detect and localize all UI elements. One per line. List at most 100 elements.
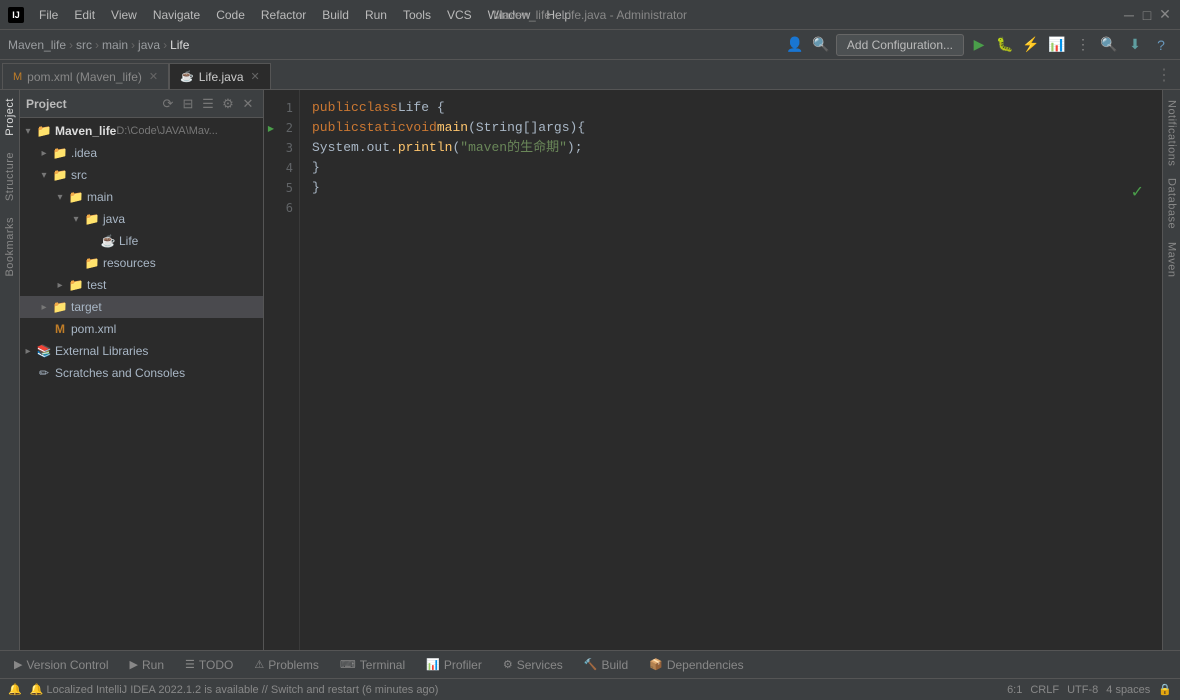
maximize-button[interactable]: □ xyxy=(1140,8,1154,22)
notification-bell-icon[interactable]: 🔔 xyxy=(8,683,22,696)
tree-item-icon: 📁 xyxy=(36,124,52,138)
menu-item-tools[interactable]: Tools xyxy=(396,6,438,24)
bottom-tab-todo[interactable]: ☰TODO xyxy=(175,651,244,679)
account-icon[interactable]: 👤 xyxy=(784,34,806,56)
bottom-tab-services[interactable]: ⚙Services xyxy=(493,651,574,679)
tab-bar: M pom.xml (Maven_life) ✕ ☕ Life.java ✕ ⋮ xyxy=(0,60,1180,90)
update-icon[interactable]: ⬇ xyxy=(1124,34,1146,56)
hide-panel-icon[interactable]: ✕ xyxy=(239,95,257,113)
bottom-tab-label: Build xyxy=(601,658,628,672)
tree-item[interactable]: ▾📁java xyxy=(20,208,263,230)
tab-pom-xml[interactable]: M pom.xml (Maven_life) ✕ xyxy=(2,63,169,89)
breadcrumb-item-src[interactable]: src xyxy=(76,38,92,52)
tree-item-icon: M xyxy=(52,322,68,336)
cursor-position[interactable]: 6:1 xyxy=(1007,684,1022,696)
breadcrumb-item-main[interactable]: main xyxy=(102,38,128,52)
bottom-tab-profiler[interactable]: 📊Profiler xyxy=(416,651,493,679)
menu-item-vcs[interactable]: VCS xyxy=(440,6,479,24)
tree-item-icon: 📁 xyxy=(68,278,84,292)
database-panel-label[interactable]: Database xyxy=(1165,172,1179,235)
tree-expand-arrow[interactable]: ▾ xyxy=(20,126,36,137)
far-right-panel: Notifications Database Maven xyxy=(1162,90,1180,650)
tree-item[interactable]: Mpom.xml xyxy=(20,318,263,340)
tree-item[interactable]: ▸📁target xyxy=(20,296,263,318)
encoding[interactable]: UTF-8 xyxy=(1067,684,1098,696)
filter-icon[interactable]: ☰ xyxy=(199,95,217,113)
tree-item[interactable]: ▾📁src xyxy=(20,164,263,186)
collapse-all-icon[interactable]: ⊟ xyxy=(179,95,197,113)
help-icon[interactable]: ? xyxy=(1150,34,1172,56)
bottom-tab-terminal[interactable]: ⌨Terminal xyxy=(330,651,416,679)
indent[interactable]: 4 spaces xyxy=(1106,684,1150,696)
close-button[interactable]: ✕ xyxy=(1158,8,1172,22)
menu-item-file[interactable]: File xyxy=(32,6,65,24)
tree-expand-arrow[interactable]: ▾ xyxy=(36,170,52,181)
life-java-tab-close[interactable]: ✕ xyxy=(251,70,260,83)
search-toolbar-icon[interactable]: 🔍 xyxy=(1098,34,1120,56)
menu-item-refactor[interactable]: Refactor xyxy=(254,6,313,24)
tree-expand-arrow[interactable]: ▸ xyxy=(36,302,52,313)
run-gutter-icon[interactable]: ▶ xyxy=(266,123,276,133)
bottom-tab-problems[interactable]: ⚠Problems xyxy=(244,651,330,679)
tree-item[interactable]: ▸📁test xyxy=(20,274,263,296)
bottom-tab-label: Problems xyxy=(268,658,319,672)
tree-item-label: Scratches and Consoles xyxy=(55,366,185,380)
bottom-tab-build[interactable]: 🔨Build xyxy=(574,651,639,679)
tree-expand-arrow[interactable]: ▸ xyxy=(52,280,68,291)
tree-item[interactable]: ✏Scratches and Consoles xyxy=(20,362,263,384)
breadcrumb-item-java[interactable]: java xyxy=(138,38,160,52)
tree-item-icon: 📁 xyxy=(52,168,68,182)
tree-item[interactable]: ▸📚External Libraries xyxy=(20,340,263,362)
code-token: { xyxy=(429,98,445,118)
build-toolbar-more-icon[interactable]: ⋮ xyxy=(1072,34,1094,56)
tree-expand-arrow[interactable]: ▸ xyxy=(20,346,36,357)
settings-icon[interactable]: 🔍 xyxy=(810,34,832,56)
code-editor[interactable]: 1▶23456 public class Life { public stati… xyxy=(264,90,1162,650)
lock-icon[interactable]: 🔒 xyxy=(1158,683,1172,696)
pom-xml-tab-close[interactable]: ✕ xyxy=(149,70,158,83)
menu-item-view[interactable]: View xyxy=(104,6,144,24)
sync-icon[interactable]: ⟳ xyxy=(159,95,177,113)
code-line: public static void main(String[] args) { xyxy=(312,118,1150,138)
menu-item-code[interactable]: Code xyxy=(209,6,252,24)
settings-project-icon[interactable]: ⚙ xyxy=(219,95,237,113)
debug-button[interactable]: 🐛 xyxy=(994,34,1016,56)
tree-item[interactable]: ▾📁main xyxy=(20,186,263,208)
menu-item-run[interactable]: Run xyxy=(358,6,394,24)
coverage-button[interactable]: ⚡ xyxy=(1020,34,1042,56)
window-title: Maven_life - Life.java - Administrator xyxy=(493,8,687,22)
tree-item-label: .idea xyxy=(71,146,97,160)
breadcrumb-item-life: Life xyxy=(170,38,189,52)
pom-xml-tab-label: pom.xml (Maven_life) xyxy=(27,70,142,84)
menu-item-navigate[interactable]: Navigate xyxy=(146,6,207,24)
run-button[interactable]: ▶ xyxy=(968,34,990,56)
bookmarks-panel-label[interactable]: Bookmarks xyxy=(2,209,18,285)
notifications-panel-label[interactable]: Notifications xyxy=(1165,94,1179,172)
structure-panel-label[interactable]: Structure xyxy=(2,144,18,209)
bottom-tab-run[interactable]: ▶Run xyxy=(120,651,175,679)
tree-item[interactable]: ▾📁Maven_life D:\Code\JAVA\Mav... xyxy=(20,120,263,142)
menu-item-edit[interactable]: Edit xyxy=(67,6,102,24)
menu-item-build[interactable]: Build xyxy=(315,6,356,24)
tree-item[interactable]: ☕Life xyxy=(20,230,263,252)
tree-expand-arrow[interactable]: ▾ xyxy=(52,192,68,203)
line-ending[interactable]: CRLF xyxy=(1030,684,1059,696)
tree-expand-arrow[interactable]: ▸ xyxy=(36,148,52,159)
breadcrumb-item-maven_life[interactable]: Maven_life xyxy=(8,38,66,52)
add-configuration-button[interactable]: Add Configuration... xyxy=(836,34,964,56)
bottom-tab-dependencies[interactable]: 📦Dependencies xyxy=(639,651,754,679)
code-area[interactable]: public class Life { public static void m… xyxy=(300,90,1162,650)
project-panel-label[interactable]: Project xyxy=(2,90,18,144)
minimize-button[interactable]: ─ xyxy=(1122,8,1136,22)
tree-item[interactable]: ▸📁.idea xyxy=(20,142,263,164)
profile-button[interactable]: 📊 xyxy=(1046,34,1068,56)
bottom-tab-version-control[interactable]: ▶Version Control xyxy=(4,651,120,679)
tab-more-button[interactable]: ⋮ xyxy=(1148,65,1180,85)
maven-panel-label[interactable]: Maven xyxy=(1165,236,1179,284)
window-controls: ─ □ ✕ xyxy=(1122,8,1172,22)
tab-life-java[interactable]: ☕ Life.java ✕ xyxy=(169,63,271,89)
tree-item[interactable]: 📁resources xyxy=(20,252,263,274)
tree-item-label: pom.xml xyxy=(71,322,116,336)
line-number: 1 xyxy=(279,101,293,115)
tree-expand-arrow[interactable]: ▾ xyxy=(68,214,84,225)
